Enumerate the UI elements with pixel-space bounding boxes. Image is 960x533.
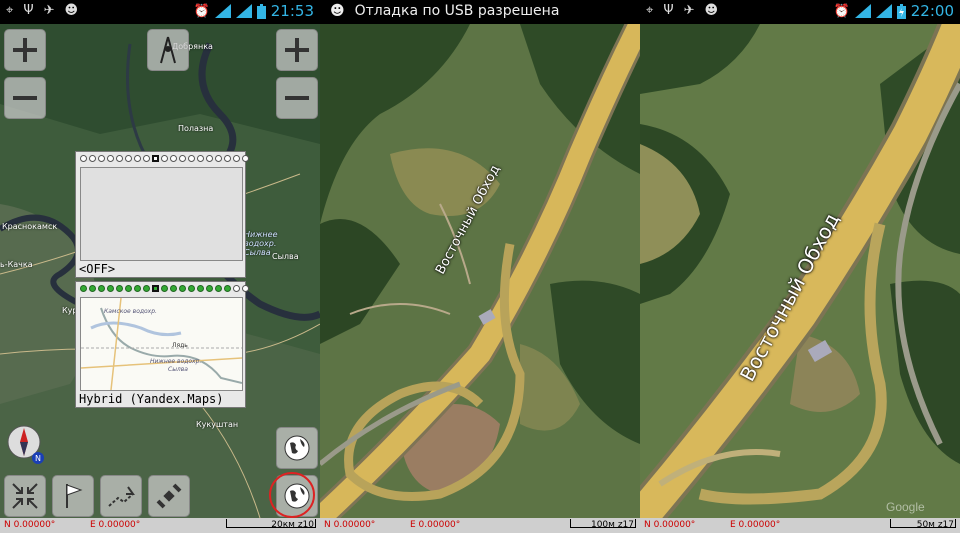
map-label: Полазна xyxy=(178,124,214,133)
svg-text:N: N xyxy=(35,454,41,463)
satellite-icon xyxy=(156,483,182,509)
scale-bar xyxy=(890,519,956,528)
gps-button[interactable] xyxy=(148,475,190,517)
satellite-status-icon: ✈ xyxy=(683,3,695,18)
collapse-icon xyxy=(12,483,38,509)
gps-icon: ⌖ xyxy=(646,3,654,18)
clock: 22:00 xyxy=(910,2,954,20)
zoom-in-button-right[interactable] xyxy=(276,29,318,71)
map-label: Кукуштан xyxy=(196,420,239,429)
android-icon: ☻ xyxy=(330,3,345,19)
latitude-readout: N 0.00000° xyxy=(644,520,696,530)
compass-icon: N xyxy=(7,425,44,464)
zoom-in-icon xyxy=(13,38,37,62)
gps-icon: ⌖ xyxy=(6,3,14,18)
waypoint-button[interactable] xyxy=(52,475,94,517)
highlight-circle xyxy=(269,472,315,518)
battery-icon xyxy=(256,3,266,19)
map-watermark: Google xyxy=(886,500,925,514)
signal2-icon xyxy=(875,4,892,18)
alarm-icon: ⏰ xyxy=(193,3,210,19)
layer-page-dots xyxy=(80,285,249,292)
clock: 21:53 xyxy=(270,2,314,20)
scale-bar xyxy=(226,519,316,528)
android-icon: ☻ xyxy=(64,3,79,18)
globe-icon xyxy=(284,435,310,461)
layers-button[interactable] xyxy=(276,427,318,469)
preview-label: Лядь xyxy=(172,342,188,349)
screen-map-overview: ⌖ Ψ ✈ ☻ ⏰ 21:53 Добрянка Полазна Краснок… xyxy=(0,0,320,533)
layer-option-off[interactable]: <OFF> xyxy=(75,151,249,278)
layer-preview-blank xyxy=(80,167,243,261)
status-bar: ☻ Отладка по USB разрешена xyxy=(320,0,640,24)
preview-label: Сылва xyxy=(168,366,188,373)
route-button[interactable] xyxy=(100,475,142,517)
signal-icon xyxy=(854,4,871,18)
battery-charging-icon xyxy=(896,3,906,19)
route-icon xyxy=(108,486,135,507)
fit-view-button[interactable] xyxy=(4,475,46,517)
preview-label: Нижнее водохр. xyxy=(150,358,202,365)
layer-hybrid-label: Hybrid (Yandex.Maps) xyxy=(79,392,224,406)
map-label: ь-Качка xyxy=(0,260,33,269)
satellite-map-zoom17[interactable] xyxy=(320,24,640,518)
layer-option-hybrid[interactable]: Камское водохр. Лядь Нижнее водохр. Сылв… xyxy=(75,281,249,408)
scale-bar xyxy=(570,519,636,528)
layer-page-dots xyxy=(80,155,249,162)
satellite-status-icon: ✈ xyxy=(43,3,55,18)
latitude-readout: N 0.00000° xyxy=(324,520,376,530)
latitude-readout: N 0.00000° xyxy=(4,520,56,530)
signal2-icon xyxy=(235,4,252,18)
coordinate-bar: N 0.00000° E 0.00000° 100м z17 xyxy=(320,518,640,533)
signal-icon xyxy=(214,4,231,18)
longitude-readout: E 0.00000° xyxy=(730,520,781,530)
longitude-readout: E 0.00000° xyxy=(90,520,141,530)
map-label: Краснокамск xyxy=(2,222,58,231)
screen-map-zoom17: ☻ Отладка по USB разрешена Восточный Обх… xyxy=(320,0,640,533)
zoom-in-icon xyxy=(285,38,309,62)
coordinate-bar: N 0.00000° E 0.00000° 50м z17 xyxy=(640,518,960,533)
zoom-in-button[interactable] xyxy=(4,29,46,71)
orientation-button[interactable] xyxy=(147,29,189,71)
zoom-out-icon xyxy=(13,96,37,100)
status-bar: ⌖ Ψ ✈ ☻ ⏰ 22:00 xyxy=(640,0,960,24)
screen-map-zoom17-detail: ⌖ Ψ ✈ ☻ ⏰ 22:00 Восточный Обход Google N… xyxy=(640,0,960,533)
flag-icon xyxy=(66,484,83,508)
map-label: Нижнее водохр. Сылва xyxy=(244,230,278,257)
zoom-out-icon xyxy=(285,96,309,100)
preview-label: Камское водохр. xyxy=(104,308,157,315)
android-icon: ☻ xyxy=(704,3,719,18)
status-icons: ⌖ Ψ ✈ ☻ xyxy=(6,3,78,18)
longitude-readout: E 0.00000° xyxy=(410,520,461,530)
alarm-icon: ⏰ xyxy=(833,3,850,19)
usb-icon: Ψ xyxy=(23,3,34,18)
compass-arrow-icon xyxy=(160,36,176,64)
notification-text: Отладка по USB разрешена xyxy=(354,3,560,19)
coordinate-bar: N 0.00000° E 0.00000° 20км z10 xyxy=(0,518,320,533)
zoom-out-button[interactable] xyxy=(4,77,46,119)
usb-icon: Ψ xyxy=(663,3,674,18)
compass-button[interactable]: N xyxy=(6,424,46,464)
status-icons: ⌖ Ψ ✈ ☻ xyxy=(646,3,718,18)
zoom-out-button-right[interactable] xyxy=(276,77,318,119)
layer-off-label: <OFF> xyxy=(79,262,116,276)
status-bar: ⌖ Ψ ✈ ☻ ⏰ 21:53 xyxy=(0,0,320,24)
